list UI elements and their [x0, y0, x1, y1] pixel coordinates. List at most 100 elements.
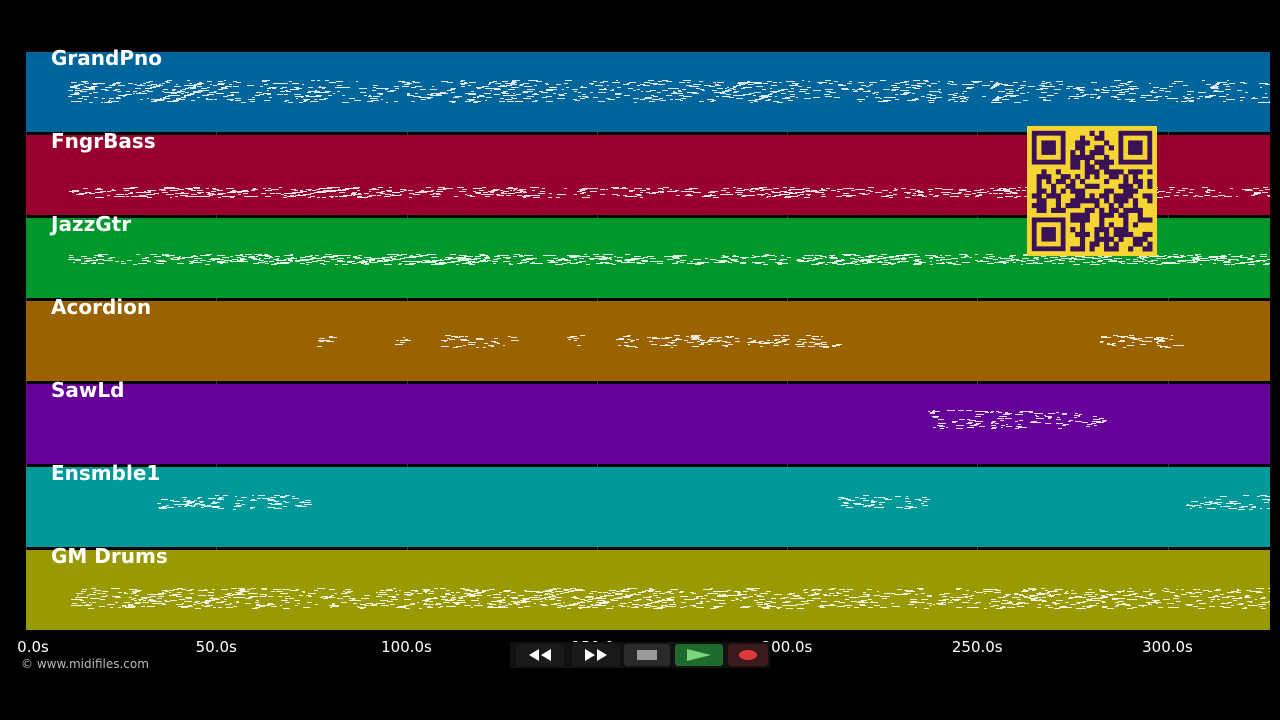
- midi-note: [401, 254, 407, 256]
- midi-note: [534, 187, 539, 189]
- midi-note: [1131, 342, 1135, 344]
- midi-note: [1179, 254, 1184, 256]
- midi-note: [527, 96, 534, 97]
- midi-note: [909, 599, 917, 601]
- midi-note: [399, 263, 402, 265]
- midi-note: [965, 596, 969, 598]
- midi-note: [1071, 256, 1074, 258]
- midi-note: [698, 343, 704, 345]
- midi-note: [115, 97, 121, 99]
- midi-note: [1135, 596, 1143, 597]
- qr-code-icon[interactable]: [1027, 126, 1157, 256]
- midi-note: [668, 87, 676, 89]
- midi-note: [878, 258, 886, 260]
- midi-note: [684, 339, 689, 341]
- midi-note: [265, 196, 271, 198]
- midi-note: [372, 96, 381, 98]
- midi-note: [163, 97, 170, 99]
- midi-note: [307, 595, 313, 597]
- midi-note: [842, 259, 846, 261]
- midi-note: [1073, 417, 1078, 419]
- stop-button[interactable]: [624, 644, 670, 666]
- midi-note: [861, 258, 868, 260]
- midi-note: [897, 588, 903, 590]
- midi-note: [1017, 88, 1022, 89]
- midi-note: [141, 90, 145, 92]
- midi-note: [150, 87, 156, 89]
- midi-note: [175, 258, 181, 260]
- fast-forward-button[interactable]: [572, 644, 620, 666]
- midi-note: [139, 599, 142, 601]
- midi-note: [1259, 101, 1266, 103]
- midi-note: [803, 255, 810, 257]
- midi-note: [212, 500, 215, 502]
- midi-note: [107, 257, 113, 259]
- midi-note: [681, 88, 687, 90]
- midi-note: [996, 99, 1000, 101]
- midi-note: [1226, 80, 1230, 82]
- midi-note: [618, 597, 624, 599]
- midi-note: [155, 263, 164, 265]
- midi-note: [563, 592, 569, 594]
- midi-note: [1054, 603, 1058, 605]
- midi-note: [1169, 591, 1176, 593]
- midi-note: [490, 345, 494, 347]
- midi-note: [1131, 599, 1137, 601]
- midi-note: [883, 593, 890, 595]
- midi-note: [179, 89, 182, 91]
- midi-note: [777, 607, 780, 609]
- midi-note: [902, 257, 905, 259]
- midi-note: [69, 254, 74, 256]
- midi-note: [183, 499, 187, 501]
- midi-note: [410, 261, 417, 262]
- record-button[interactable]: [728, 644, 768, 666]
- midi-note: [853, 91, 859, 93]
- midi-note: [590, 92, 594, 94]
- midi-note: [624, 593, 628, 595]
- midi-note: [168, 92, 176, 94]
- midi-note: [1018, 594, 1023, 596]
- midi-note: [115, 88, 120, 90]
- midi-note: [1006, 426, 1012, 428]
- midi-note: [190, 261, 198, 263]
- midi-note: [686, 194, 692, 196]
- midi-note: [387, 589, 393, 591]
- play-button[interactable]: [675, 644, 723, 666]
- midi-note: [607, 593, 611, 595]
- midi-note: [76, 193, 84, 195]
- midi-note: [758, 98, 765, 100]
- midi-note: [77, 97, 84, 99]
- midi-note: [178, 97, 181, 99]
- midi-note: [820, 336, 824, 338]
- midi-note: [916, 85, 922, 87]
- midi-note: [114, 602, 119, 604]
- midi-note: [955, 260, 958, 262]
- midi-note: [301, 96, 304, 98]
- midi-note: [669, 189, 673, 191]
- midi-note: [1019, 419, 1023, 421]
- midi-note: [395, 87, 399, 89]
- rewind-button[interactable]: [516, 644, 564, 666]
- midi-note: [111, 595, 120, 597]
- midi-note: [71, 82, 77, 84]
- midi-note: [717, 336, 722, 338]
- midi-note: [1269, 101, 1270, 103]
- midi-note: [440, 92, 447, 94]
- midi-note: [1057, 427, 1062, 429]
- midi-note: [711, 593, 718, 595]
- midi-note: [1040, 82, 1047, 84]
- midi-note: [72, 262, 76, 264]
- midi-note: [1124, 83, 1129, 85]
- midi-note: [843, 498, 848, 500]
- midi-note: [1119, 340, 1126, 342]
- midi-note: [805, 193, 811, 195]
- midi-note: [315, 191, 322, 193]
- midi-note: [1213, 90, 1218, 92]
- midi-note: [799, 597, 802, 599]
- midi-note: [693, 83, 702, 85]
- midi-note: [175, 604, 183, 606]
- midi-note: [384, 263, 392, 265]
- midi-note: [534, 194, 541, 196]
- midi-note: [176, 262, 184, 264]
- midi-note: [165, 95, 170, 97]
